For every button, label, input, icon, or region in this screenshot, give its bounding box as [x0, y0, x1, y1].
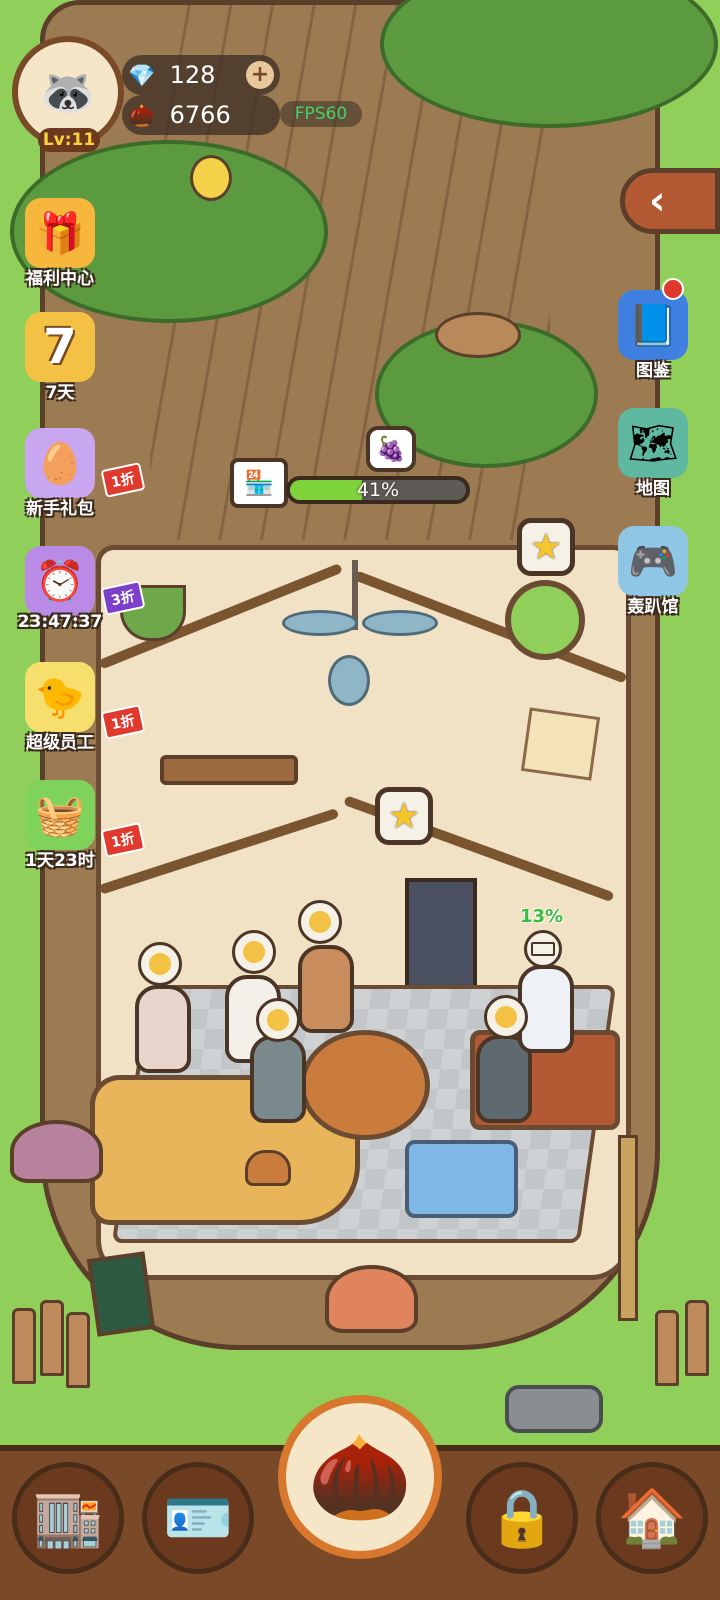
- fence-post: [12, 1308, 36, 1384]
- wall-map-poster: [520, 707, 601, 781]
- basket-icon: 🧺: [25, 780, 95, 850]
- chick-icon: 🐤: [25, 662, 95, 732]
- upstairs-star-bubble[interactable]: ★: [517, 518, 575, 576]
- storefront-icon: 🏬: [33, 1486, 103, 1551]
- egg-clock-icon: 🥚: [25, 428, 95, 498]
- ice-cream-freezer: [405, 1140, 518, 1218]
- side-item-welfare-center[interactable]: 🎁 福利中心: [10, 198, 110, 289]
- side-item-starter-pack[interactable]: 🥚 新手礼包: [10, 428, 110, 519]
- side-item-label: 超级员工: [26, 733, 94, 753]
- menu-signboard: [86, 1251, 156, 1337]
- seven-day-icon: 7: [25, 312, 95, 382]
- customer-thought-bubble: [232, 930, 276, 974]
- side-item-label: 图鉴: [636, 361, 670, 381]
- book-shelf: [160, 755, 298, 785]
- rock: [505, 1385, 603, 1433]
- fence-post: [685, 1300, 709, 1376]
- side-item-seven-day[interactable]: 7 7天: [10, 312, 110, 403]
- chevron-left-icon: ‹: [649, 178, 666, 224]
- seed-counter: 🌰 6766: [122, 95, 280, 135]
- add-gems-button[interactable]: +: [246, 61, 274, 89]
- customer-character[interactable]: [250, 1035, 306, 1123]
- customer-thought-bubble: [138, 942, 182, 986]
- seed-count: 6766: [169, 101, 231, 129]
- side-item-party-hall[interactable]: 🎮 轰趴馆: [603, 526, 703, 617]
- sunflower-seed-icon: 🌰: [128, 104, 156, 129]
- convenience-store-icon: 🏪: [230, 458, 288, 508]
- register-icon: [531, 942, 555, 956]
- star-icon: ★: [529, 526, 563, 568]
- basket-countdown: 1天23时: [25, 851, 95, 871]
- cashier-task-bubble[interactable]: [524, 930, 562, 968]
- ceiling-fan-blade: [328, 655, 370, 706]
- fps-indicator: FPS60: [280, 101, 362, 127]
- collapse-menu-button[interactable]: ‹: [620, 168, 720, 234]
- mushroom-decoration: [325, 1265, 418, 1333]
- fence-post: [40, 1300, 64, 1376]
- gem-count: 128: [169, 61, 216, 89]
- customer-thought-bubble: [298, 900, 342, 944]
- side-item-label: 福利中心: [26, 269, 94, 289]
- alarm-clock-icon: ⏰: [25, 546, 95, 616]
- offer-countdown: 23:47:37: [17, 612, 103, 632]
- gift-box-icon: 🎁: [25, 198, 95, 268]
- gamepad-icon: 🎮: [618, 526, 688, 596]
- side-item-map[interactable]: 🗺 地图: [603, 408, 703, 499]
- street-lamp: [618, 1135, 638, 1321]
- progress-percent: 41%: [356, 479, 400, 501]
- customer-character[interactable]: [135, 985, 191, 1073]
- house-icon: 🏠: [617, 1486, 687, 1551]
- bird-nest: [435, 312, 521, 358]
- nav-locked-button[interactable]: 🔒: [466, 1462, 578, 1574]
- mushroom-decoration: [10, 1120, 103, 1183]
- side-item-label: 7天: [45, 383, 75, 403]
- side-item-super-staff[interactable]: 🐤 超级员工: [10, 662, 110, 753]
- round-window: [505, 580, 585, 660]
- shop-upgrade-progress[interactable]: 🏪 41%: [230, 458, 470, 508]
- bird-yellow: [190, 155, 232, 201]
- book-icon: 📘: [618, 290, 688, 360]
- side-item-label: 轰趴馆: [627, 597, 679, 617]
- side-item-label: 新手礼包: [26, 499, 94, 519]
- customer-thought-bubble: [256, 998, 300, 1042]
- padlock-icon: 🔒: [487, 1486, 557, 1551]
- display-table: [300, 1030, 430, 1140]
- nav-acorn-button[interactable]: 🌰: [278, 1395, 442, 1559]
- side-item-basket-pack[interactable]: 🧺 1天23时: [10, 780, 110, 871]
- player-level-badge: Lv:11: [38, 128, 100, 152]
- customer-thought-bubble: [484, 995, 528, 1039]
- nav-shop-button[interactable]: 🏬: [12, 1462, 124, 1574]
- star-icon: ★: [387, 795, 421, 837]
- side-item-codex[interactable]: 📘 图鉴: [603, 290, 703, 381]
- side-item-limited-offer[interactable]: ⏰ 23:47:37: [10, 546, 110, 632]
- side-item-label: 地图: [636, 479, 670, 499]
- fence-post: [66, 1312, 90, 1388]
- map-icon: 🗺: [618, 408, 688, 478]
- cashier-progress-percent: 13%: [520, 906, 564, 927]
- notification-dot: [662, 278, 684, 300]
- fence-post: [655, 1310, 679, 1386]
- gem-icon: 💎: [128, 64, 156, 89]
- ceiling-fan-blade: [362, 610, 438, 636]
- ceiling-fan-blade: [282, 610, 358, 636]
- staff-card-icon: 🪪: [163, 1486, 233, 1551]
- customer-character[interactable]: [298, 945, 354, 1033]
- burger-item: [245, 1150, 291, 1186]
- downstairs-star-bubble[interactable]: ★: [375, 787, 433, 845]
- acorn-icon: 🌰: [307, 1427, 413, 1526]
- nav-home-button[interactable]: 🏠: [596, 1462, 708, 1574]
- nav-staff-button[interactable]: 🪪: [142, 1462, 254, 1574]
- raccoon-avatar-icon: 🦝: [39, 64, 97, 119]
